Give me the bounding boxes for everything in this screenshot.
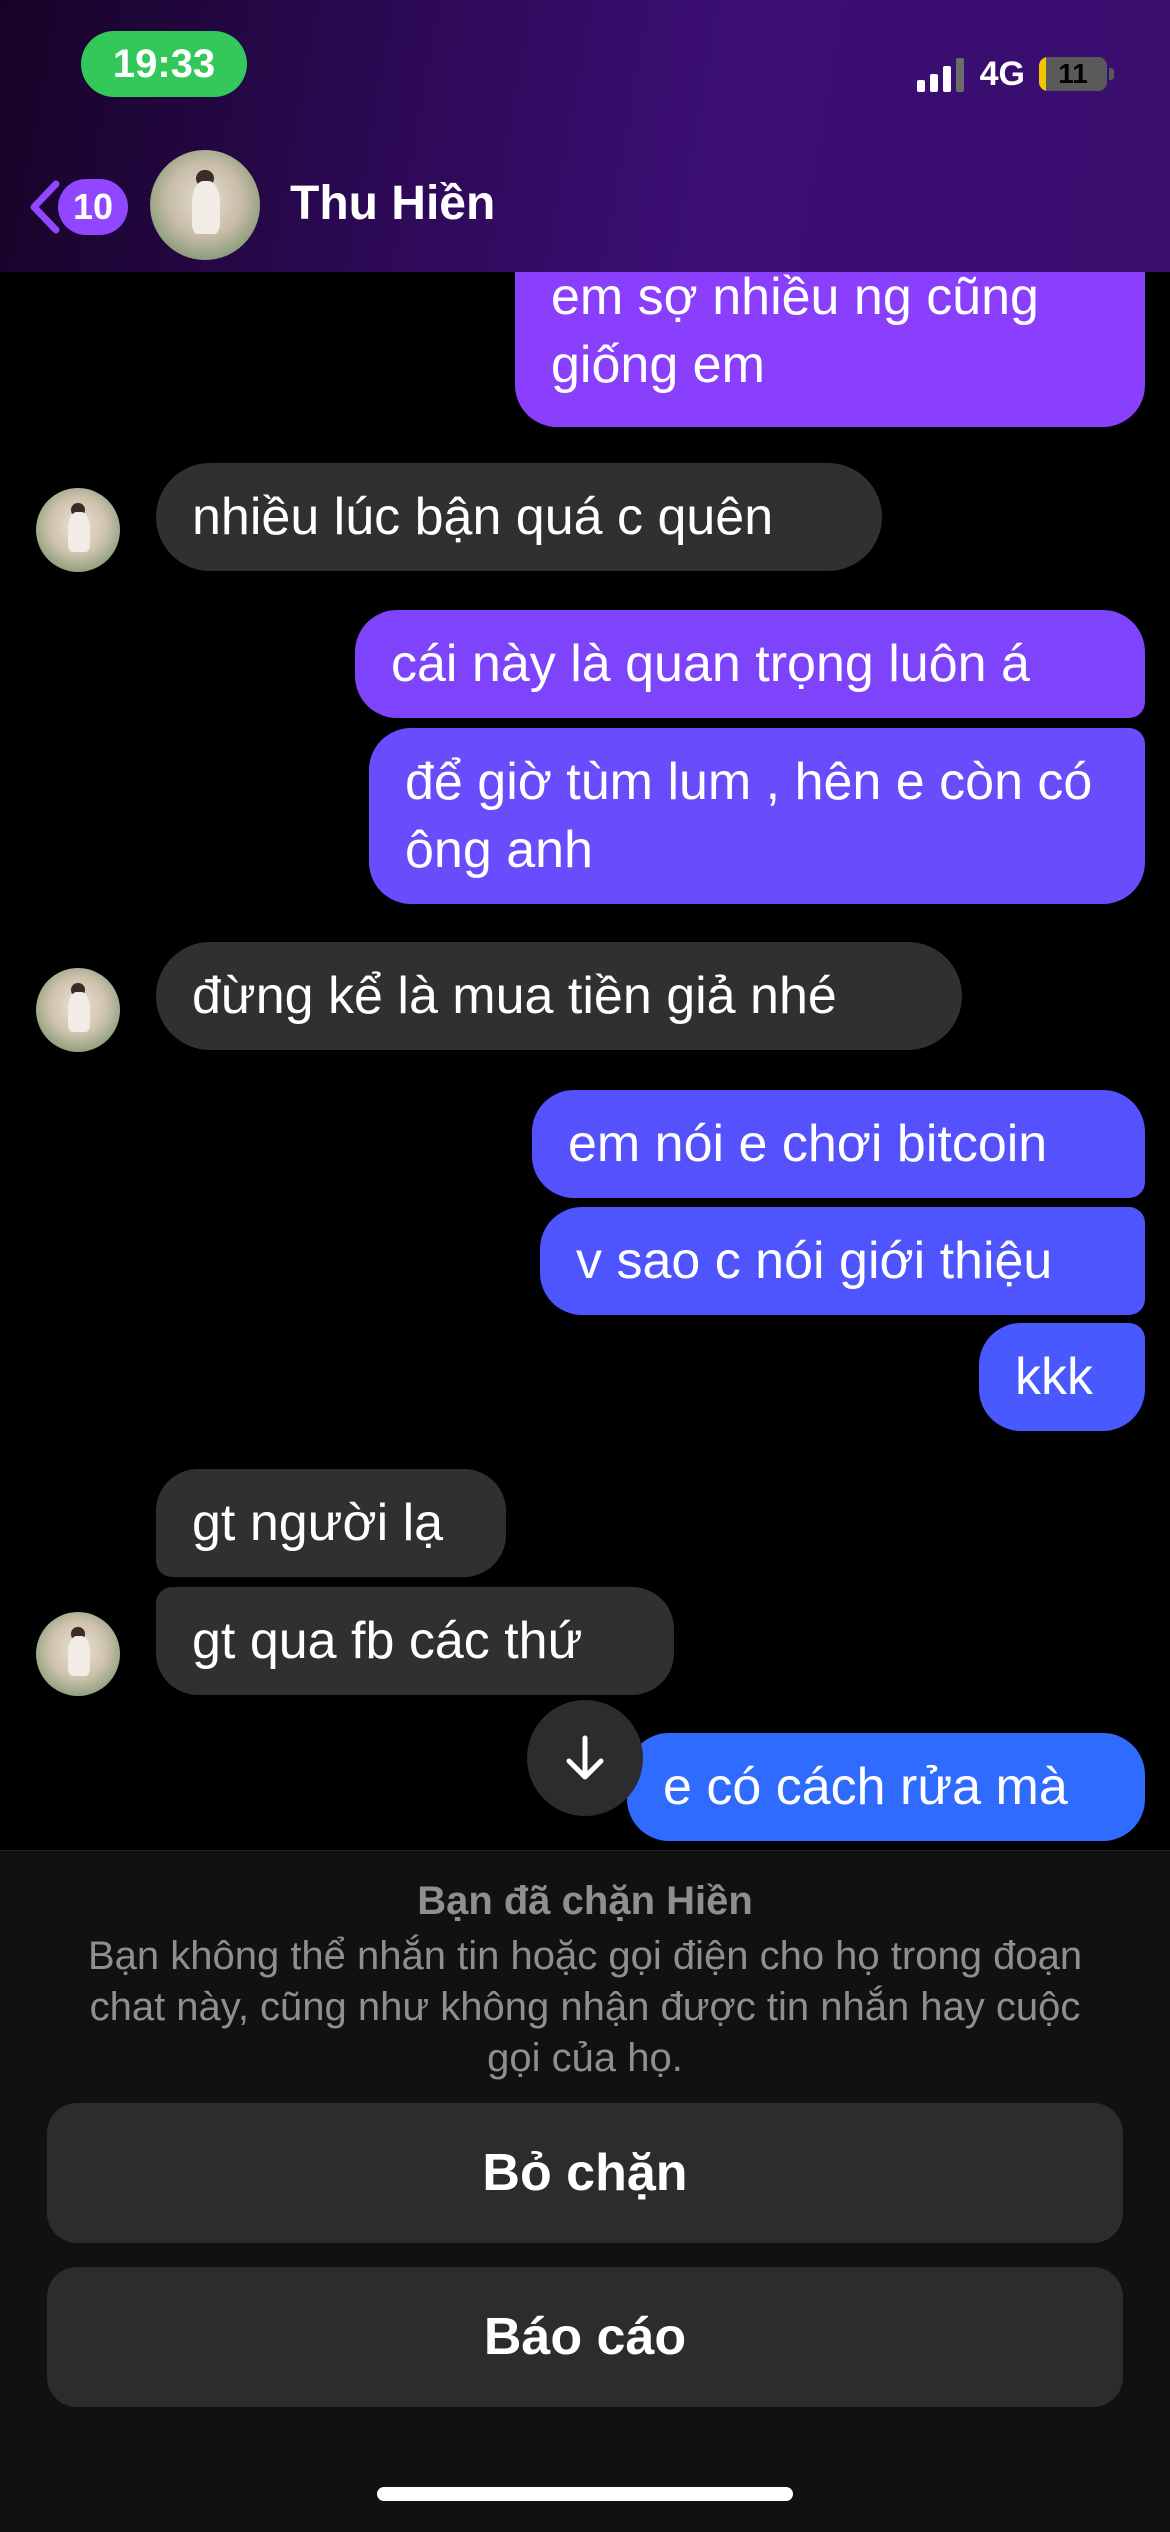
- arrow-down-icon: [566, 1735, 604, 1780]
- outgoing-message[interactable]: em sợ nhiều ng cũng giống em: [515, 265, 1145, 427]
- contact-name[interactable]: Thu Hiền: [290, 176, 495, 231]
- unblock-button[interactable]: Bỏ chặn: [47, 2103, 1123, 2243]
- status-time: 19:33: [81, 31, 247, 97]
- contact-avatar[interactable]: [150, 150, 260, 260]
- report-button[interactable]: Báo cáo: [47, 2267, 1123, 2407]
- blocked-title: Bạn đã chặn Hiền: [417, 1879, 753, 1923]
- signal-icon: [916, 56, 964, 92]
- incoming-message[interactable]: gt người lạ: [156, 1469, 506, 1577]
- battery-level: 11: [1058, 58, 1088, 89]
- contact-avatar-small: [36, 1612, 120, 1696]
- battery-icon: 11: [1039, 57, 1107, 91]
- scroll-to-bottom-button[interactable]: [527, 1700, 643, 1816]
- incoming-message[interactable]: nhiều lúc bận quá c quên: [156, 463, 882, 571]
- incoming-message[interactable]: đừng kể là mua tiền giả nhé: [156, 942, 962, 1050]
- unread-count-badge: 10: [58, 179, 128, 235]
- outgoing-message[interactable]: cái này là quan trọng luôn á: [355, 610, 1145, 718]
- outgoing-message[interactable]: e có cách rửa mà: [627, 1733, 1145, 1841]
- incoming-message[interactable]: gt qua fb các thứ: [156, 1587, 674, 1695]
- chat-header: 19:33 4G 11 10 Thu Hiền: [0, 0, 1170, 272]
- outgoing-message[interactable]: v sao c nói giới thiệu: [540, 1207, 1145, 1315]
- blocked-panel: Bạn đã chặn Hiền Bạn không thể nhắn tin …: [0, 1850, 1170, 2532]
- contact-avatar-small: [36, 968, 120, 1052]
- outgoing-message[interactable]: em nói e chơi bitcoin: [532, 1090, 1145, 1198]
- home-indicator[interactable]: [377, 2487, 793, 2501]
- back-button[interactable]: 10: [24, 176, 134, 238]
- contact-avatar-small: [36, 488, 120, 572]
- network-type: 4G: [979, 54, 1025, 93]
- status-indicators: 4G 11: [916, 50, 1114, 98]
- blocked-description: Bạn không thể nhắn tin hoặc gọi điện cho…: [87, 1934, 1083, 2080]
- outgoing-message[interactable]: để giờ tùm lum , hên e còn có ông anh: [369, 728, 1145, 904]
- outgoing-message[interactable]: kkk: [979, 1323, 1145, 1431]
